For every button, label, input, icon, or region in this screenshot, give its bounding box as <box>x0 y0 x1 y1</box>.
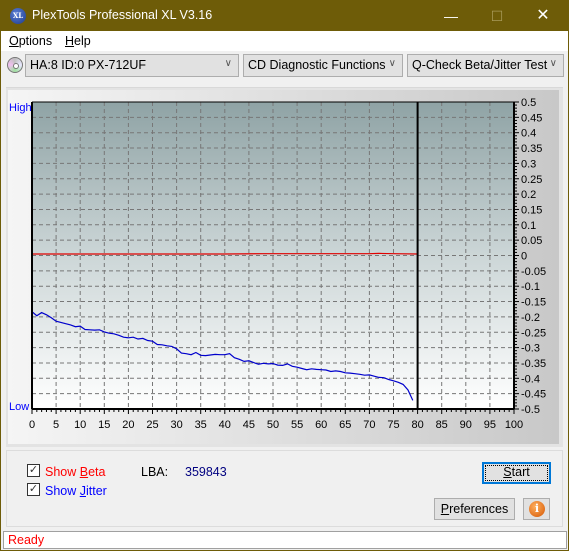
status-bar: Ready <box>3 531 567 549</box>
y-tick-label: -0.4 <box>521 373 540 385</box>
x-tick-label: 85 <box>436 419 448 431</box>
x-tick-label: 70 <box>363 419 375 431</box>
main-window: XL PlexTools Professional XL V3.16 — ☐ ✕… <box>0 0 569 551</box>
y-tick-label: 0.05 <box>521 235 542 247</box>
x-tick-label: 10 <box>74 419 86 431</box>
y-tick-label: 0.35 <box>521 143 542 155</box>
x-tick-label: 20 <box>122 419 134 431</box>
x-tick-label: 80 <box>411 419 423 431</box>
y-tick-label: -0.2 <box>521 312 540 324</box>
y-tick-label: -0.35 <box>521 358 546 370</box>
grid-lines <box>32 102 514 409</box>
y-tick-label: 0.5 <box>521 97 536 109</box>
start-button[interactable]: Start <box>482 462 551 484</box>
show-beta-checkbox[interactable]: ✓ <box>27 464 40 477</box>
y-tick-label: -0.45 <box>521 389 546 401</box>
show-beta-prefix: Show <box>45 465 80 479</box>
x-tick-label: 5 <box>53 419 59 431</box>
x-tick-label: 60 <box>315 419 327 431</box>
preferences-label: references <box>449 502 509 516</box>
y-tick-label: -0.5 <box>521 404 540 416</box>
x-tick-label: 95 <box>484 419 496 431</box>
preferences-mnemonic: P <box>440 502 450 516</box>
preferences-button[interactable]: Preferences <box>434 498 515 520</box>
x-tick-label: 15 <box>98 419 110 431</box>
x-tick-label: 55 <box>291 419 303 431</box>
y-tick-label: -0.05 <box>521 266 546 278</box>
show-jitter-rest: itter <box>86 484 107 498</box>
x-tick-label: 50 <box>267 419 279 431</box>
x-tick-label: 90 <box>460 419 472 431</box>
y-tick-label: 0 <box>521 251 527 263</box>
status-text: Ready <box>8 533 45 547</box>
x-tick-label: 0 <box>29 419 35 431</box>
show-beta-label[interactable]: Show Beta <box>45 465 105 479</box>
x-tick-label: 65 <box>339 419 351 431</box>
beta-series-line <box>32 252 418 255</box>
info-button[interactable]: i <box>523 498 550 520</box>
y-tick-label: -0.25 <box>521 327 546 339</box>
y-tick-label: 0.25 <box>521 174 542 186</box>
focus-rect <box>485 465 548 481</box>
y-tick-label: 0.15 <box>521 204 542 216</box>
x-axis: 0 5 10 15 20 25 30 35 40 45 50 55 60 65 70 75 80 85 90 95 10… <box>29 409 523 431</box>
y-tick-label: 0.2 <box>521 189 536 201</box>
show-jitter-label[interactable]: Show Jitter <box>45 484 107 498</box>
y-tick-label: 0.4 <box>521 128 536 140</box>
y-tick-label: -0.1 <box>521 281 540 293</box>
lba-value: 359843 <box>185 465 227 479</box>
y-axis: 0.5 0.45 0.4 0.35 0.3 0.25 0.2 0.15 0.1 0.05 0 -0.0… <box>514 97 546 416</box>
y-tick-label: 0.1 <box>521 220 536 232</box>
y-tick-label: -0.15 <box>521 297 546 309</box>
y-tick-label: 0.45 <box>521 112 542 124</box>
x-tick-label: 45 <box>243 419 255 431</box>
x-tick-label: 100 <box>505 419 523 431</box>
y-tick-label: 0.3 <box>521 158 536 170</box>
x-tick-label: 25 <box>146 419 158 431</box>
info-icon: i <box>529 501 545 517</box>
lba-label: LBA: <box>141 465 169 479</box>
show-beta-rest: eta <box>88 465 106 479</box>
x-tick-label: 75 <box>387 419 399 431</box>
x-tick-label: 30 <box>170 419 182 431</box>
x-tick-label: 35 <box>195 419 207 431</box>
x-tick-label: 40 <box>219 419 231 431</box>
show-beta-mnemonic: B <box>79 465 89 479</box>
show-jitter-checkbox[interactable]: ✓ <box>27 483 40 496</box>
y-tick-label: -0.3 <box>521 343 540 355</box>
show-jitter-prefix: Show <box>45 484 80 498</box>
